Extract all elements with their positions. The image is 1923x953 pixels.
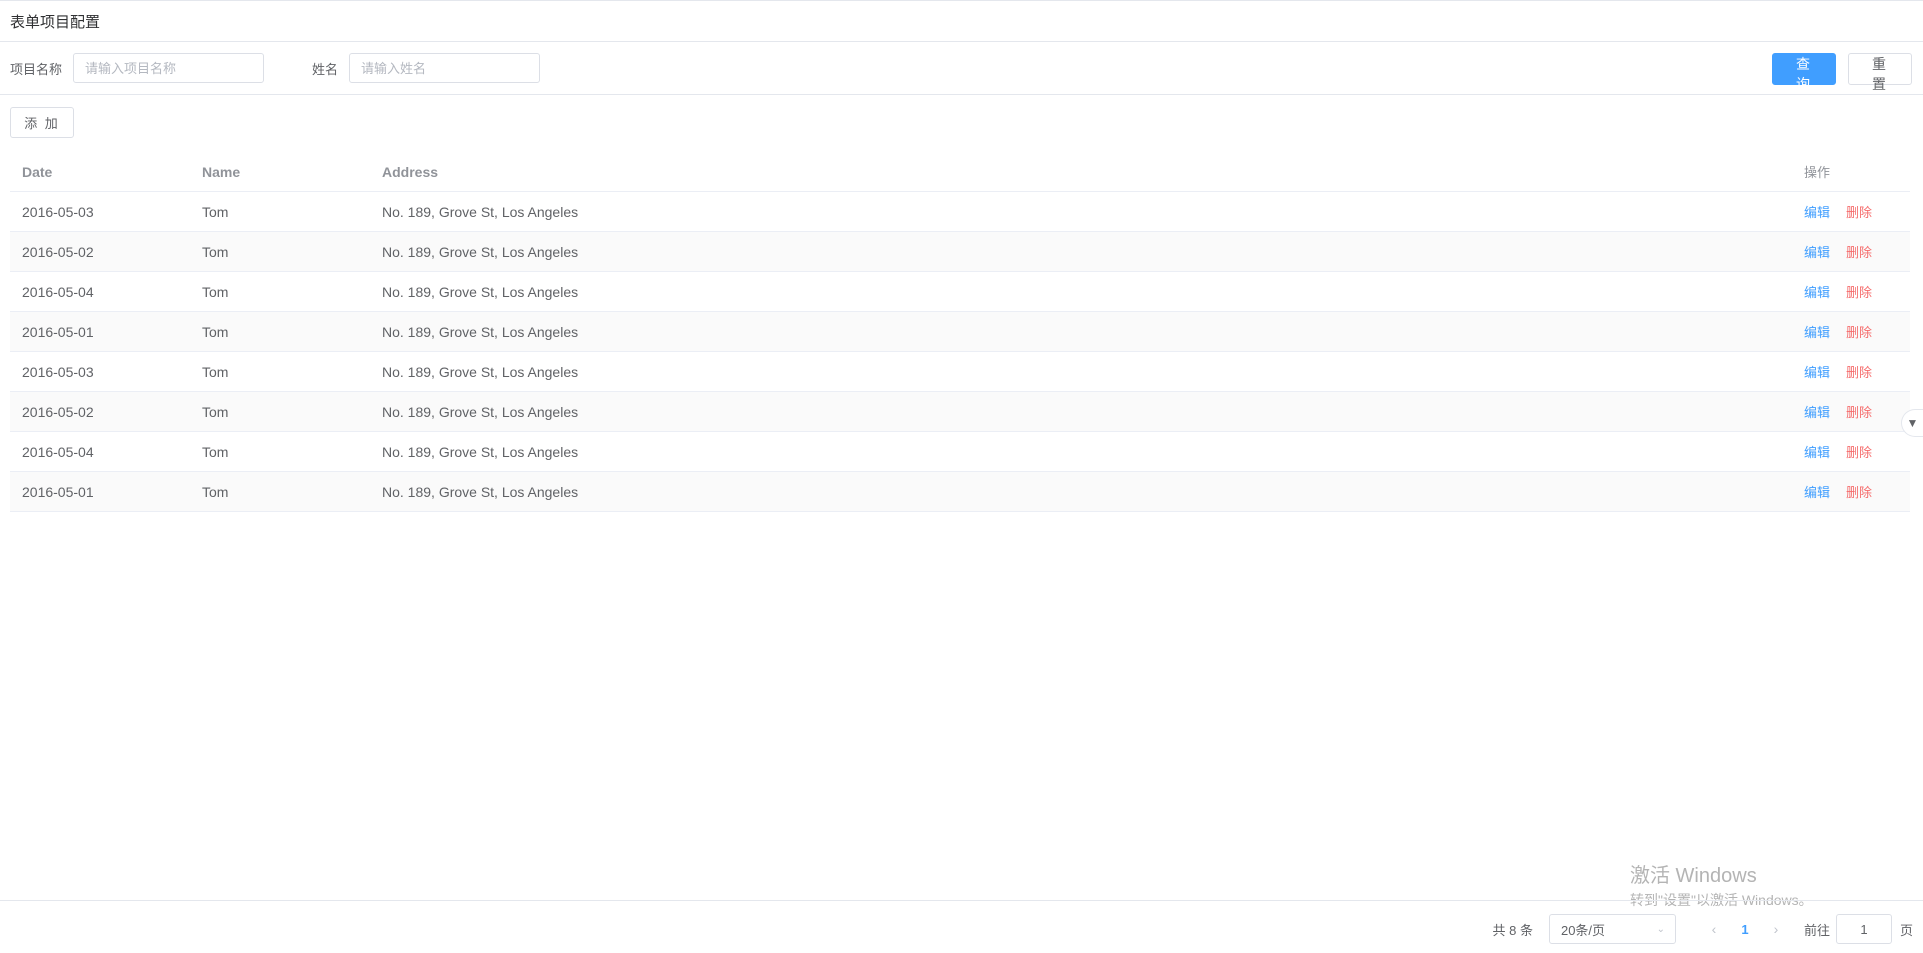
- table-row: 2016-05-02 Tom No. 189, Grove St, Los Ange…: [10, 392, 1910, 432]
- cell-address: No. 189, Grove St, Los Angeles: [382, 483, 579, 500]
- reset-button[interactable]: 重 置: [1848, 53, 1912, 92]
- total-count: 共 8 条: [1492, 922, 1533, 938]
- search-bar: 项目名称 姓名 查 询 重 置: [0, 42, 1923, 95]
- data-table: Date Name Address 操作 2016-05-03 Tom No. 18…: [10, 152, 1910, 512]
- cell-address: No. 189, Grove St, Los Angeles: [382, 323, 579, 340]
- page: 表单项目配置 项目名称 姓名 查 询 重 置 添 加 Date Name Add…: [0, 0, 1923, 953]
- edit-link[interactable]: 编辑: [1804, 322, 1830, 341]
- table-row: 2016-05-01 Tom No. 189, Grove St, Los Ange…: [10, 312, 1910, 352]
- cell-date: 2016-05-03: [22, 203, 94, 220]
- cell-date: 2016-05-01: [22, 483, 94, 500]
- cell-name: Tom: [202, 403, 229, 420]
- delete-link[interactable]: 删除: [1846, 202, 1872, 221]
- delete-link[interactable]: 删除: [1846, 362, 1872, 381]
- search-actions: 查 询 重 置: [1772, 53, 1912, 92]
- cell-ops: 编辑 删除: [1792, 362, 1910, 381]
- add-button[interactable]: 添 加: [10, 107, 74, 138]
- table-header: Date Name Address 操作: [10, 152, 1910, 192]
- watermark-title: 激活 Windows: [1630, 865, 1757, 887]
- cell-name: Tom: [202, 283, 229, 300]
- cell-date: 2016-05-02: [22, 243, 94, 260]
- cell-address: No. 189, Grove St, Los Angeles: [382, 363, 579, 380]
- edit-link[interactable]: 编辑: [1804, 242, 1830, 261]
- cell-date: 2016-05-03: [22, 363, 94, 380]
- edit-link[interactable]: 编辑: [1804, 282, 1830, 301]
- goto-page-input[interactable]: [1835, 914, 1892, 944]
- page-number-current[interactable]: 1: [1730, 922, 1760, 937]
- page-suffix: 页: [1899, 922, 1913, 938]
- cell-address: No. 189, Grove St, Los Angeles: [382, 243, 579, 260]
- header-address: Address: [382, 163, 439, 180]
- table-row: 2016-05-04 Tom No. 189, Grove St, Los Ange…: [10, 272, 1910, 312]
- cell-name: Tom: [202, 443, 229, 460]
- name-input[interactable]: [349, 53, 541, 83]
- cell-ops: 编辑 删除: [1792, 242, 1910, 261]
- table-row: 2016-05-03 Tom No. 189, Grove St, Los Ange…: [10, 352, 1910, 392]
- delete-link[interactable]: 删除: [1846, 442, 1872, 461]
- project-name-input[interactable]: [73, 53, 265, 83]
- delete-link[interactable]: 删除: [1846, 242, 1872, 261]
- page-title: 表单项目配置: [10, 13, 101, 31]
- edit-link[interactable]: 编辑: [1804, 442, 1830, 461]
- pagination: 共 8 条 20条/页 ⌄ ‹ 1 › 前往 页: [1492, 914, 1913, 944]
- project-name-label: 项目名称: [10, 61, 63, 77]
- delete-link[interactable]: 删除: [1846, 482, 1872, 501]
- delete-link[interactable]: 删除: [1846, 402, 1872, 421]
- name-label: 姓名: [312, 61, 339, 77]
- table-row: 2016-05-02 Tom No. 189, Grove St, Los Ange…: [10, 232, 1910, 272]
- page-size-value: 20条/页: [1560, 922, 1606, 938]
- title-bar: 表单项目配置: [0, 1, 1923, 42]
- cell-address: No. 189, Grove St, Los Angeles: [382, 443, 579, 460]
- cell-address: No. 189, Grove St, Los Angeles: [382, 283, 579, 300]
- cell-date: 2016-05-04: [22, 443, 94, 460]
- header-name: Name: [202, 163, 241, 180]
- cell-address: No. 189, Grove St, Los Angeles: [382, 203, 579, 220]
- chevron-right-icon[interactable]: ›: [1760, 921, 1792, 937]
- header-ops: 操作: [1804, 165, 1831, 180]
- cell-name: Tom: [202, 203, 229, 220]
- cell-name: Tom: [202, 483, 229, 500]
- table-row: 2016-05-03 Tom No. 189, Grove St, Los Ange…: [10, 192, 1910, 232]
- cell-address: No. 189, Grove St, Los Angeles: [382, 403, 579, 420]
- edit-link[interactable]: 编辑: [1804, 402, 1830, 421]
- cell-date: 2016-05-01: [22, 323, 94, 340]
- cell-name: Tom: [202, 363, 229, 380]
- toolbar: 添 加: [0, 95, 1923, 139]
- edit-link[interactable]: 编辑: [1804, 362, 1830, 381]
- header-date: Date: [22, 163, 53, 180]
- table-row: 2016-05-04 Tom No. 189, Grove St, Los Ange…: [10, 432, 1910, 472]
- cell-ops: 编辑 删除: [1792, 442, 1910, 461]
- page-size-select[interactable]: 20条/页 ⌄: [1548, 914, 1676, 944]
- edit-link[interactable]: 编辑: [1804, 202, 1830, 221]
- delete-link[interactable]: 删除: [1846, 282, 1872, 301]
- cell-ops: 编辑 删除: [1792, 322, 1910, 341]
- cell-ops: 编辑 删除: [1792, 402, 1910, 421]
- table-body: 2016-05-03 Tom No. 189, Grove St, Los Ange…: [10, 192, 1910, 512]
- double-chevron-down-icon[interactable]: ▼: [1901, 409, 1923, 437]
- query-button[interactable]: 查 询: [1772, 53, 1836, 92]
- pagination-bar: 共 8 条 20条/页 ⌄ ‹ 1 › 前往 页: [0, 900, 1923, 953]
- cell-name: Tom: [202, 243, 229, 260]
- cell-ops: 编辑 删除: [1792, 282, 1910, 301]
- cell-ops: 编辑 删除: [1792, 202, 1910, 221]
- chevron-left-icon[interactable]: ‹: [1698, 921, 1730, 937]
- table-row: 2016-05-01 Tom No. 189, Grove St, Los Ange…: [10, 472, 1910, 512]
- cell-name: Tom: [202, 323, 229, 340]
- goto-label: 前往: [1803, 922, 1830, 938]
- cell-date: 2016-05-02: [22, 403, 94, 420]
- cell-ops: 编辑 删除: [1792, 482, 1910, 501]
- edit-link[interactable]: 编辑: [1804, 482, 1830, 501]
- cell-date: 2016-05-04: [22, 283, 94, 300]
- chevron-down-icon: ⌄: [1656, 923, 1665, 935]
- delete-link[interactable]: 删除: [1846, 322, 1872, 341]
